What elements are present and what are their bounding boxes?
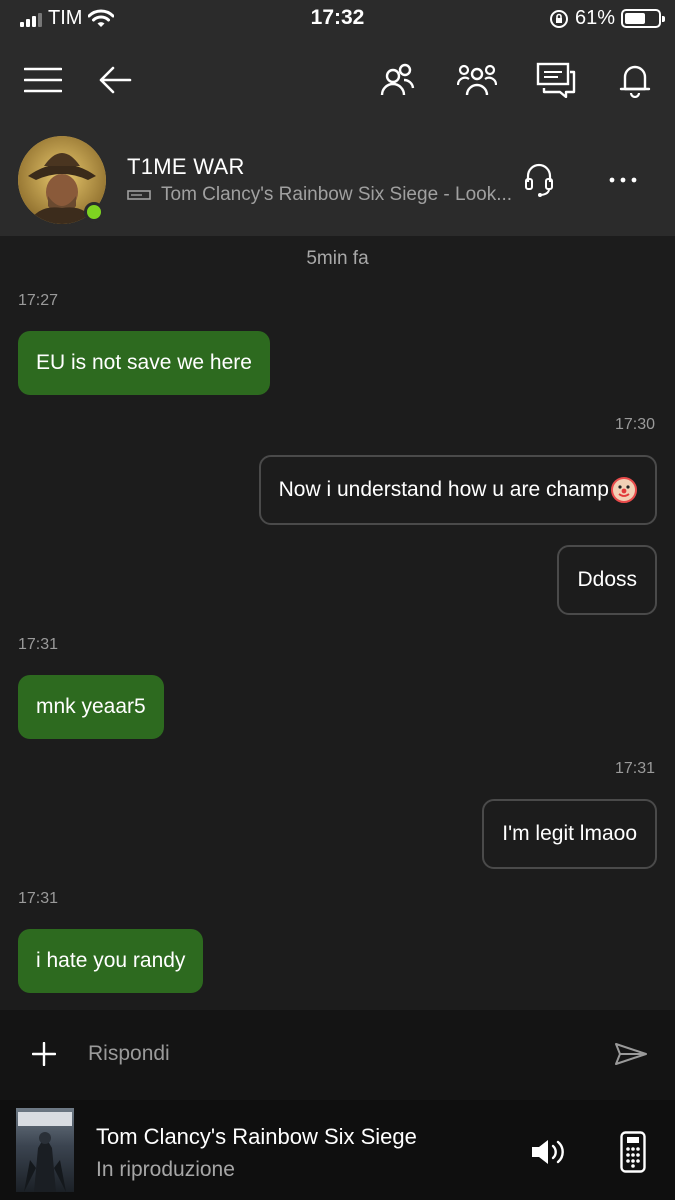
more-icon[interactable] — [601, 158, 645, 202]
top-nav — [0, 36, 675, 122]
now-playing-bar[interactable]: Tom Clancy's Rainbow Six Siege In riprod… — [0, 1100, 675, 1200]
messages-icon[interactable] — [534, 58, 578, 102]
game-cover-art — [16, 1108, 74, 1192]
status-bar: TIM 17:32 61% — [0, 0, 675, 36]
remote-icon[interactable] — [611, 1130, 655, 1174]
message-text: i hate you randy — [36, 949, 186, 972]
message-text: Now i understand how u are champ — [278, 478, 609, 501]
chat-header: T1ME WAR Tom Clancy's Rainbow Six Siege … — [0, 122, 675, 236]
message-bubble-outgoing[interactable]: Now i understand how u are champ — [258, 455, 657, 525]
reply-input[interactable] — [88, 1034, 568, 1074]
message-timestamp: 17:30 — [614, 416, 655, 433]
send-icon[interactable] — [609, 1034, 653, 1074]
headset-icon[interactable] — [517, 158, 561, 202]
orientation-lock-icon — [549, 9, 568, 28]
clown-face-emoji — [611, 477, 637, 503]
notifications-icon[interactable] — [613, 58, 657, 102]
party-icon[interactable] — [455, 58, 499, 102]
time-divider: 5min fa — [306, 248, 369, 269]
battery-percent: 61% — [574, 7, 615, 29]
message-list[interactable]: 5min fa 17:27 EU is not save we here 17:… — [0, 236, 675, 1010]
message-bubble-outgoing[interactable]: I'm legit lmaoo — [482, 799, 657, 869]
message-bubble-incoming[interactable]: mnk yeaar5 — [18, 675, 164, 739]
console-icon — [127, 190, 151, 200]
now-playing-title: Tom Clancy's Rainbow Six Siege — [96, 1124, 417, 1149]
status-right: 61% — [549, 7, 665, 30]
message-bubble-outgoing[interactable]: Ddoss — [557, 545, 657, 615]
menu-icon[interactable] — [21, 58, 65, 102]
reply-bar — [0, 1010, 675, 1100]
plus-icon[interactable] — [24, 1034, 64, 1074]
friends-icon[interactable] — [375, 58, 419, 102]
now-playing-status: In riproduzione — [96, 1158, 235, 1181]
battery-icon — [621, 9, 665, 28]
message-text: I'm legit lmaoo — [502, 822, 637, 845]
message-text: mnk yeaar5 — [36, 695, 146, 718]
back-arrow-icon[interactable] — [93, 58, 137, 102]
contact-status: Tom Clancy's Rainbow Six Siege - Look... — [127, 184, 517, 206]
message-bubble-incoming[interactable]: EU is not save we here — [18, 331, 270, 395]
online-status-dot — [84, 202, 104, 222]
volume-icon[interactable] — [526, 1130, 570, 1174]
message-timestamp: 17:31 — [614, 760, 655, 777]
message-text: Ddoss — [577, 568, 637, 591]
message-bubble-incoming[interactable]: i hate you randy — [18, 929, 204, 993]
message-text: EU is not save we here — [36, 351, 252, 374]
avatar[interactable] — [18, 136, 106, 224]
message-timestamp: 17:31 — [18, 890, 59, 907]
contact-status-text: Tom Clancy's Rainbow Six Siege - Look... — [161, 184, 513, 205]
contact-name[interactable]: T1ME WAR — [127, 154, 245, 180]
message-timestamp: 17:27 — [18, 292, 59, 309]
message-timestamp: 17:31 — [18, 636, 59, 653]
